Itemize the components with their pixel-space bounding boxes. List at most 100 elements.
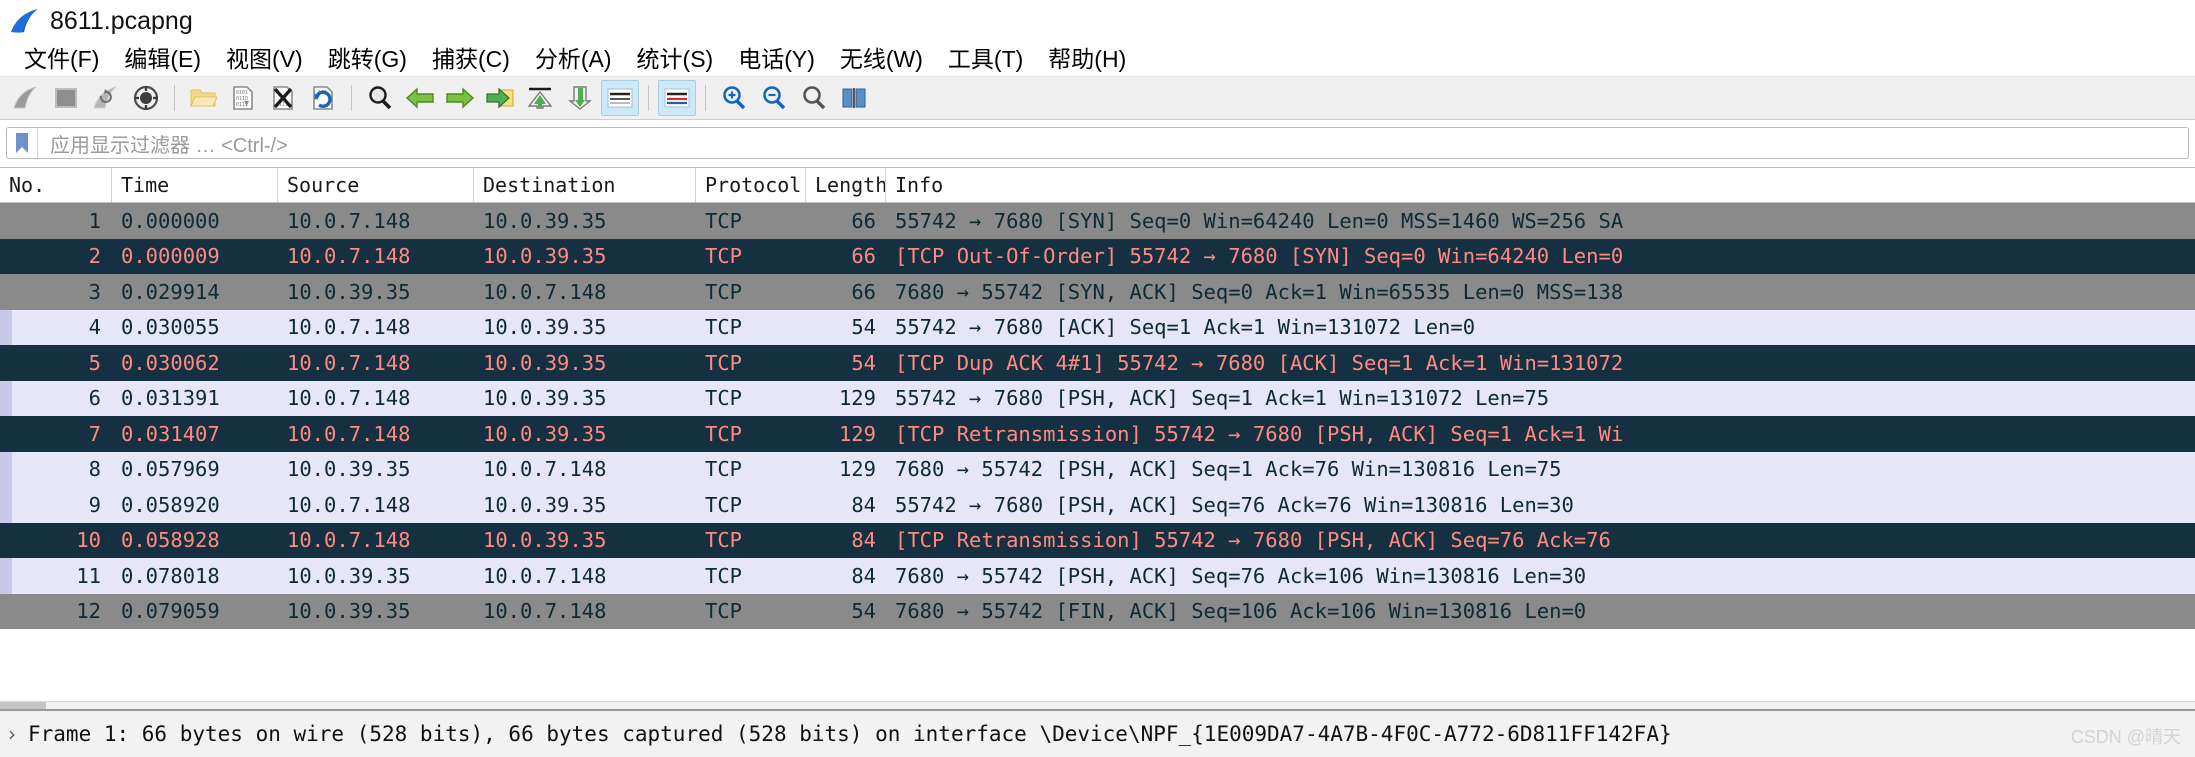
table-row[interactable]: 1 0.000000 10.0.7.148 10.0.39.35 TCP 66 55742 … <box>0 203 2195 239</box>
auto-scroll-toggle-icon[interactable] <box>601 80 639 116</box>
menu-tools[interactable]: 工具(T) <box>936 44 1036 74</box>
cell-no: 4 <box>88 315 101 340</box>
cell-time: 0.079059 <box>121 599 220 624</box>
cell-protocol: TCP <box>705 528 743 553</box>
scrollbar-thumb[interactable] <box>0 702 46 709</box>
menu-edit[interactable]: 编辑(E) <box>112 44 214 74</box>
table-row[interactable]: 11 0.078018 10.0.39.35 10.0.7.148 TCP 84 7680 … <box>0 558 2195 594</box>
column-header-time[interactable]: Time <box>112 168 278 202</box>
go-forward-arrow-icon[interactable] <box>441 80 479 116</box>
table-row[interactable]: 10 0.058928 10.0.7.148 10.0.39.35 TCP 84 [TCP … <box>0 522 2195 558</box>
table-row[interactable]: 7 0.031407 10.0.7.148 10.0.39.35 TCP 129 [TCP … <box>0 416 2195 452</box>
open-file-folder-icon[interactable] <box>184 80 222 116</box>
cell-destination: 10.0.39.35 <box>483 315 607 340</box>
column-header-destination[interactable]: Destination <box>474 168 696 202</box>
column-header-info[interactable]: Info <box>886 168 2195 202</box>
cell-source: 10.0.7.148 <box>287 208 411 233</box>
zoom-out-icon[interactable] <box>755 80 793 116</box>
cell-time: 0.031407 <box>121 421 220 446</box>
save-file-icon[interactable]: 0101 0110 0111 <box>224 80 262 116</box>
cell-source: 10.0.39.35 <box>287 563 411 588</box>
cell-no: 12 <box>76 599 101 624</box>
expand-chevron-icon[interactable]: › <box>8 722 16 746</box>
filter-bookmark-icon[interactable] <box>7 128 38 158</box>
go-to-last-packet-icon[interactable] <box>561 80 599 116</box>
cell-source: 10.0.7.148 <box>287 386 411 411</box>
cell-length: 54 <box>851 599 876 624</box>
cell-no: 10 <box>76 528 101 553</box>
menu-file[interactable]: 文件(F) <box>12 44 112 74</box>
wireshark-window: 8611.pcapng 文件(F) 编辑(E) 视图(V) 跳转(G) 捕获(C… <box>0 0 2195 757</box>
display-filter-placeholder: 应用显示过滤器 … <Ctrl-/> <box>50 134 288 157</box>
stop-capture-square-icon[interactable] <box>47 80 85 116</box>
colorize-packets-toggle-icon[interactable] <box>658 80 696 116</box>
menu-bar: 文件(F) 编辑(E) 视图(V) 跳转(G) 捕获(C) 分析(A) 统计(S… <box>0 42 2195 76</box>
cell-length: 84 <box>851 492 876 517</box>
display-filter-input[interactable]: 应用显示过滤器 … <Ctrl-/> <box>6 127 2189 159</box>
menu-statistics[interactable]: 统计(S) <box>625 44 727 74</box>
cell-length: 54 <box>851 350 876 375</box>
table-row[interactable]: 3 0.029914 10.0.39.35 10.0.7.148 TCP 66 7680 →… <box>0 274 2195 310</box>
zoom-in-icon[interactable] <box>715 80 753 116</box>
cell-source: 10.0.7.148 <box>287 350 411 375</box>
cell-length: 129 <box>838 421 876 446</box>
row-marker <box>0 309 12 345</box>
menu-help[interactable]: 帮助(H) <box>1036 44 1139 74</box>
frame-detail-text[interactable]: Frame 1: 66 bytes on wire (528 bits), 66… <box>28 722 1672 746</box>
go-to-packet-icon[interactable] <box>481 80 519 116</box>
toolbar-separator <box>174 85 175 111</box>
column-header-length[interactable]: Length <box>806 168 886 202</box>
menu-view[interactable]: 视图(V) <box>214 44 316 74</box>
cell-protocol: TCP <box>705 457 743 482</box>
cell-no: 1 <box>88 208 101 233</box>
watermark-label: CSDN @晴天 <box>2070 727 2181 747</box>
menu-telephony[interactable]: 电话(Y) <box>726 44 828 74</box>
close-file-x-icon[interactable]: 0111 <box>264 80 302 116</box>
row-marker <box>0 416 12 452</box>
go-back-arrow-icon[interactable] <box>401 80 439 116</box>
cell-no: 2 <box>88 244 101 269</box>
cell-time: 0.058928 <box>121 528 220 553</box>
cell-length: 66 <box>851 244 876 269</box>
column-header-no[interactable]: No. <box>0 168 112 202</box>
find-packet-magnifier-icon[interactable] <box>361 80 399 116</box>
menu-wireless[interactable]: 无线(W) <box>828 44 936 74</box>
cell-time: 0.029914 <box>121 279 220 304</box>
normal-size-icon[interactable] <box>795 80 833 116</box>
menu-capture[interactable]: 捕获(C) <box>420 44 523 74</box>
cell-destination: 10.0.7.148 <box>483 279 607 304</box>
reload-file-icon[interactable]: 101 <box>304 80 342 116</box>
menu-analyze[interactable]: 分析(A) <box>523 44 625 74</box>
table-row[interactable]: 8 0.057969 10.0.39.35 10.0.7.148 TCP 129 7680 … <box>0 451 2195 487</box>
cell-no: 8 <box>88 457 101 482</box>
packet-list-rows: 1 0.000000 10.0.7.148 10.0.39.35 TCP 66 55742 … <box>0 203 2195 701</box>
go-to-first-packet-icon[interactable] <box>521 80 559 116</box>
table-row[interactable]: 9 0.058920 10.0.7.148 10.0.39.35 TCP 84 55742 … <box>0 487 2195 523</box>
table-row[interactable]: 6 0.031391 10.0.7.148 10.0.39.35 TCP 129 55742… <box>0 380 2195 416</box>
restart-capture-icon[interactable] <box>87 80 125 116</box>
cell-info: [TCP Dup ACK 4#1] 55742 → 7680 [ACK] Seq… <box>895 350 1624 375</box>
cell-info: 7680 → 55742 [PSH, ACK] Seq=76 Ack=106 W… <box>895 563 1587 588</box>
cell-destination: 10.0.39.35 <box>483 421 607 446</box>
resize-columns-icon[interactable] <box>835 80 873 116</box>
menu-go[interactable]: 跳转(G) <box>316 44 420 74</box>
column-header-protocol[interactable]: Protocol <box>696 168 806 202</box>
table-row[interactable]: 4 0.030055 10.0.7.148 10.0.39.35 TCP 54 55742 … <box>0 309 2195 345</box>
cell-protocol: TCP <box>705 599 743 624</box>
title-bar: 8611.pcapng <box>0 0 2195 42</box>
cell-protocol: TCP <box>705 563 743 588</box>
cell-length: 129 <box>838 457 876 482</box>
cell-time: 0.000000 <box>121 208 220 233</box>
cell-destination: 10.0.39.35 <box>483 386 607 411</box>
cell-info: 55742 → 7680 [ACK] Seq=1 Ack=1 Win=13107… <box>895 315 1476 340</box>
horizontal-scrollbar[interactable] <box>0 701 2195 709</box>
column-header-source[interactable]: Source <box>278 168 474 202</box>
cell-source: 10.0.7.148 <box>287 421 411 446</box>
capture-options-gear-icon[interactable] <box>127 80 165 116</box>
start-capture-shark-icon[interactable] <box>7 80 45 116</box>
table-row[interactable]: 12 0.079059 10.0.39.35 10.0.7.148 TCP 54 7680 … <box>0 593 2195 629</box>
table-row[interactable]: 5 0.030062 10.0.7.148 10.0.39.35 TCP 54 [TCP D… <box>0 345 2195 381</box>
table-row[interactable]: 2 0.000009 10.0.7.148 10.0.39.35 TCP 66 [TCP O… <box>0 238 2195 274</box>
cell-info: 55742 → 7680 [SYN] Seq=0 Win=64240 Len=0… <box>895 208 1624 233</box>
cell-time: 0.000009 <box>121 244 220 269</box>
